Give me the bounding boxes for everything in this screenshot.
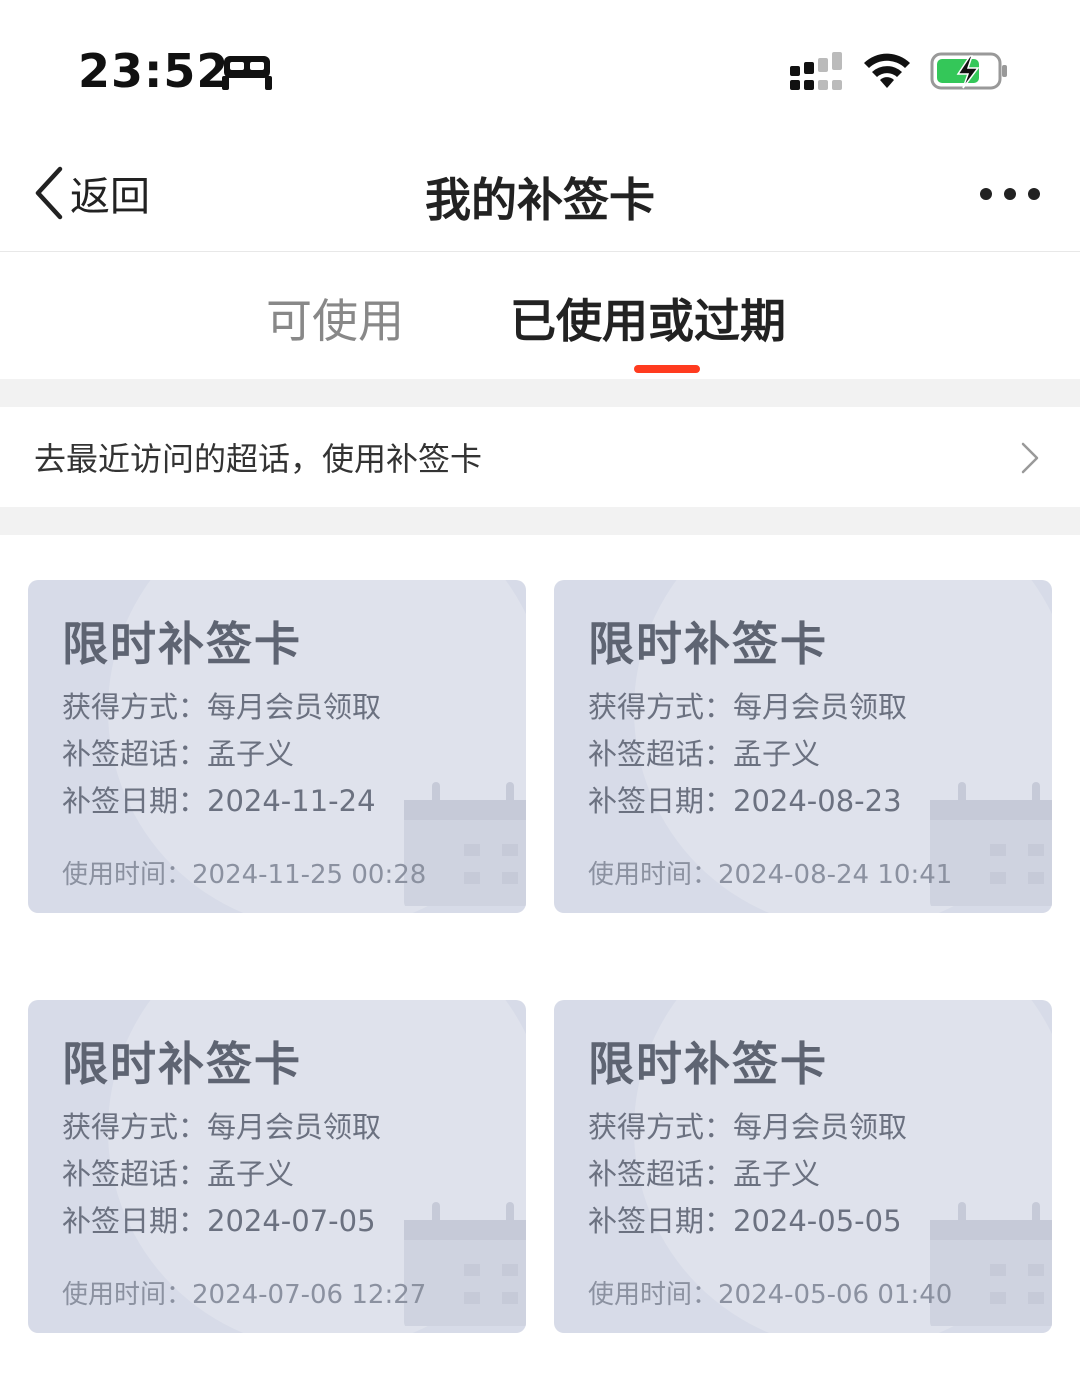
card-date: 补签日期：2024-08-23 (588, 784, 902, 818)
chevron-right-icon (1021, 442, 1039, 474)
card-used-time: 使用时间：2024-08-24 10:41 (588, 860, 953, 890)
card-topic: 补签超话：孟子义 (62, 737, 295, 771)
tab-bar: 可使用 已使用或过期 (0, 253, 1080, 379)
card-used-time: 使用时间：2024-05-06 01:40 (588, 1280, 953, 1310)
card[interactable]: 限时补签卡 获得方式：每月会员领取 补签超话：孟子义 补签日期：2024-07-… (28, 1000, 526, 1333)
card[interactable]: 限时补签卡 获得方式：每月会员领取 补签超话：孟子义 补签日期：2024-05-… (554, 1000, 1052, 1333)
card-title: 限时补签卡 (62, 617, 302, 671)
tab-used-or-expired[interactable]: 已使用或过期 (510, 285, 786, 351)
card-title: 限时补签卡 (588, 1037, 828, 1091)
page-title: 我的补签卡 (425, 173, 655, 227)
tab-available[interactable]: 可使用 (266, 285, 404, 351)
status-time: 23:52 (78, 44, 230, 98)
tab-active-indicator (634, 365, 700, 373)
card[interactable]: 限时补签卡 获得方式：每月会员领取 补签超话：孟子义 补签日期：2024-11-… (28, 580, 526, 913)
card-title: 限时补签卡 (588, 617, 828, 671)
card-obtain: 获得方式：每月会员领取 (588, 1110, 908, 1144)
more-button[interactable] (980, 176, 1040, 212)
divider (0, 507, 1080, 535)
more-dot-icon (1004, 188, 1016, 200)
card-date: 补签日期：2024-07-05 (62, 1204, 376, 1238)
card-topic: 补签超话：孟子义 (62, 1157, 295, 1191)
battery-charging-icon (930, 52, 1007, 90)
sleep-icon (222, 56, 272, 90)
card-date: 补签日期：2024-05-05 (588, 1204, 902, 1238)
recent-topic-banner[interactable]: 去最近访问的超话，使用补签卡 (0, 407, 1080, 507)
more-dot-icon (1028, 188, 1040, 200)
more-dot-icon (980, 188, 992, 200)
banner-text: 去最近访问的超话，使用补签卡 (34, 440, 483, 478)
signal-icon (790, 52, 842, 90)
card-topic: 补签超话：孟子义 (588, 737, 821, 771)
card[interactable]: 限时补签卡 获得方式：每月会员领取 补签超话：孟子义 补签日期：2024-08-… (554, 580, 1052, 913)
card-topic: 补签超话：孟子义 (588, 1157, 821, 1191)
card-used-time: 使用时间：2024-11-25 00:28 (62, 860, 427, 890)
card-obtain: 获得方式：每月会员领取 (62, 1110, 382, 1144)
card-title: 限时补签卡 (62, 1037, 302, 1091)
card-obtain: 获得方式：每月会员领取 (588, 690, 908, 724)
card-used-time: 使用时间：2024-07-06 12:27 (62, 1280, 427, 1310)
nav-bar: 返回 我的补签卡 (0, 140, 1080, 252)
divider (0, 379, 1080, 407)
card-date: 补签日期：2024-11-24 (62, 784, 376, 818)
status-bar: 23:52 (0, 0, 1080, 140)
card-obtain: 获得方式：每月会员领取 (62, 690, 382, 724)
wifi-icon (864, 53, 910, 88)
